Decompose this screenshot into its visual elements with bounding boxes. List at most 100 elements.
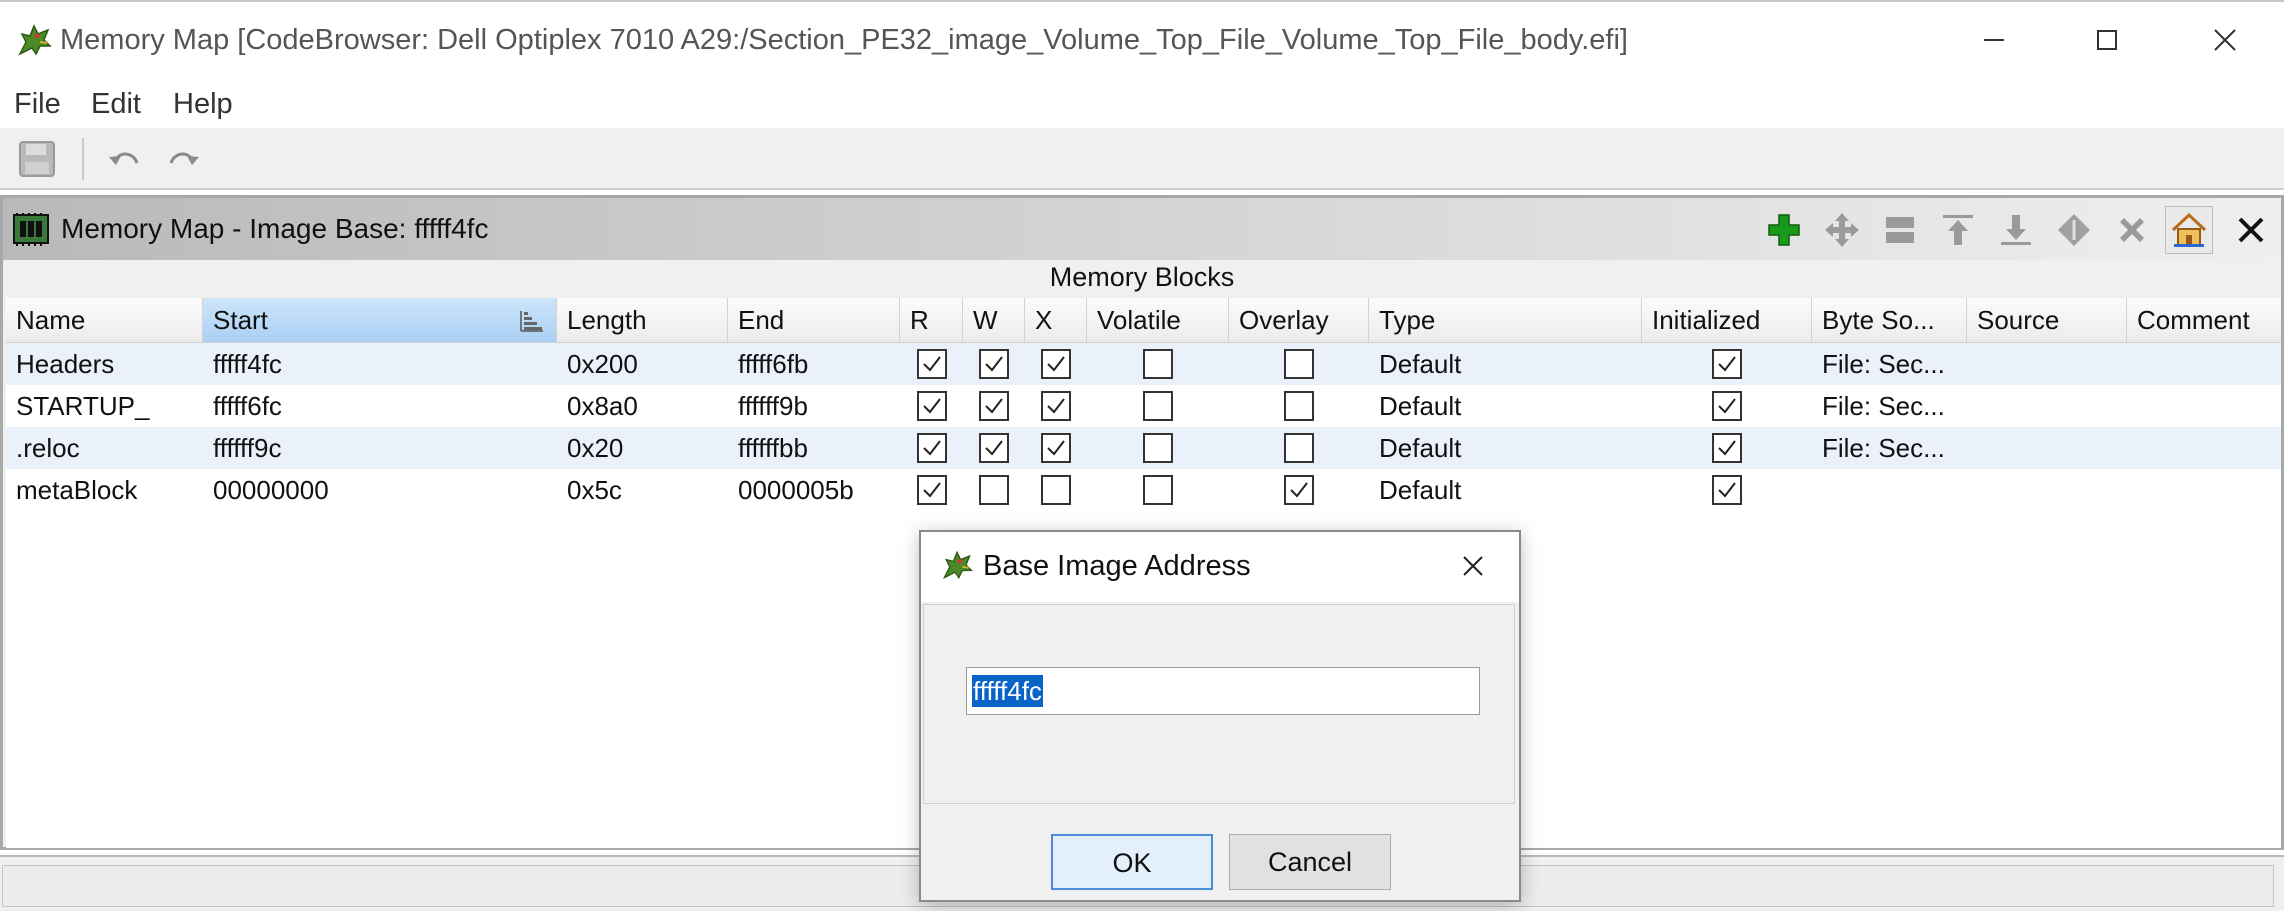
split-block-button[interactable] — [1876, 206, 1924, 254]
table-row[interactable]: Headers fffff4fc 0x200 fffff6fb Default File:… — [6, 343, 2281, 385]
close-panel-button[interactable] — [2227, 206, 2275, 254]
column-header-overlay[interactable]: Overlay — [1229, 298, 1369, 342]
cell-comment[interactable] — [2127, 469, 2281, 511]
checkbox-w[interactable] — [979, 433, 1009, 463]
cell-length[interactable]: 0x20 — [557, 427, 728, 469]
cell-type[interactable]: Default — [1369, 343, 1642, 385]
cell-byte-source[interactable]: File: Sec... — [1812, 385, 1967, 427]
menu-help[interactable]: Help — [169, 86, 237, 123]
maximize-button[interactable] — [2072, 12, 2142, 68]
checkbox-w[interactable] — [979, 391, 1009, 421]
cell-start[interactable]: 00000000 — [203, 469, 557, 511]
cell-comment[interactable] — [2127, 427, 2281, 469]
cell-byte-source[interactable]: File: Sec... — [1812, 343, 1967, 385]
cell-byte-source[interactable] — [1812, 469, 1967, 511]
add-block-button[interactable] — [1760, 206, 1808, 254]
column-header-start[interactable]: Start — [203, 298, 557, 342]
ok-button[interactable]: OK — [1051, 834, 1213, 890]
cell-source[interactable] — [1967, 469, 2127, 511]
checkbox-r[interactable] — [917, 475, 947, 505]
cell-start[interactable]: fffff6fc — [203, 385, 557, 427]
expand-up-button[interactable] — [1934, 206, 1982, 254]
expand-down-button[interactable] — [1992, 206, 2040, 254]
checkbox-w[interactable] — [979, 475, 1009, 505]
column-header-volatile[interactable]: Volatile — [1087, 298, 1229, 342]
column-header-x[interactable]: X — [1025, 298, 1087, 342]
expand-up-icon — [1943, 215, 1973, 245]
cell-type[interactable]: Default — [1369, 469, 1642, 511]
cell-type[interactable]: Default — [1369, 427, 1642, 469]
cell-type[interactable]: Default — [1369, 385, 1642, 427]
checkbox-overlay[interactable] — [1284, 433, 1314, 463]
cell-end[interactable]: ffffffbb — [728, 427, 900, 469]
cell-comment[interactable] — [2127, 343, 2281, 385]
checkbox-x[interactable] — [1041, 349, 1071, 379]
cell-byte-source[interactable]: File: Sec... — [1812, 427, 1967, 469]
checkbox-initialized[interactable] — [1712, 391, 1742, 421]
column-header-w[interactable]: W — [963, 298, 1025, 342]
checkbox-overlay[interactable] — [1284, 475, 1314, 505]
cell-length[interactable]: 0x5c — [557, 469, 728, 511]
table-row[interactable]: STARTUP_ fffff6fc 0x8a0 ffffff9b Default File… — [6, 385, 2281, 427]
checkbox-x[interactable] — [1041, 391, 1071, 421]
column-header-name[interactable]: Name — [6, 298, 203, 342]
checkbox-volatile[interactable] — [1143, 391, 1173, 421]
cancel-button[interactable]: Cancel — [1229, 834, 1391, 890]
menu-file[interactable]: File — [10, 86, 65, 123]
delete-block-button[interactable] — [2108, 206, 2156, 254]
column-header-length[interactable]: Length — [557, 298, 728, 342]
dialog-title-bar: Base Image Address — [921, 532, 1519, 602]
checkbox-volatile[interactable] — [1143, 349, 1173, 379]
checkbox-r[interactable] — [917, 433, 947, 463]
cell-name[interactable]: Headers — [6, 343, 203, 385]
checkbox-x[interactable] — [1041, 433, 1071, 463]
cell-name[interactable]: .reloc — [6, 427, 203, 469]
cell-start[interactable]: ffffff9c — [203, 427, 557, 469]
base-address-input[interactable] — [966, 667, 1480, 715]
checkbox-volatile[interactable] — [1143, 433, 1173, 463]
cell-source[interactable] — [1967, 427, 2127, 469]
checkbox-initialized[interactable] — [1712, 475, 1742, 505]
cell-end[interactable]: 0000005b — [728, 469, 900, 511]
cell-start[interactable]: fffff4fc — [203, 343, 557, 385]
checkbox-r[interactable] — [917, 349, 947, 379]
undo-button[interactable] — [102, 136, 148, 182]
cell-source[interactable] — [1967, 385, 2127, 427]
checkbox-volatile[interactable] — [1143, 475, 1173, 505]
cell-length[interactable]: 0x200 — [557, 343, 728, 385]
table-row[interactable]: metaBlock 00000000 0x5c 0000005b Default — [6, 469, 2281, 511]
cell-comment[interactable] — [2127, 385, 2281, 427]
cell-name[interactable]: metaBlock — [6, 469, 203, 511]
checkbox-initialized[interactable] — [1712, 349, 1742, 379]
minimize-button[interactable] — [1959, 12, 2029, 68]
close-window-button[interactable] — [2190, 12, 2260, 68]
checkbox-overlay[interactable] — [1284, 349, 1314, 379]
checkbox-x[interactable] — [1041, 475, 1071, 505]
cell-name[interactable]: STARTUP_ — [6, 385, 203, 427]
column-header-byte-source[interactable]: Byte So... — [1812, 298, 1967, 342]
cell-source[interactable] — [1967, 343, 2127, 385]
checkbox-w[interactable] — [979, 349, 1009, 379]
dialog-close-button[interactable] — [1451, 546, 1495, 586]
table-row[interactable]: .reloc ffffff9c 0x20 ffffffbb Default File: S… — [6, 427, 2281, 469]
base-image-address-dialog: Base Image Address fffff4fc OK Cancel — [919, 530, 1521, 902]
close-icon — [2214, 29, 2236, 51]
column-header-initialized[interactable]: Initialized — [1642, 298, 1812, 342]
column-header-r[interactable]: R — [900, 298, 963, 342]
column-header-comment[interactable]: Comment — [2127, 298, 2281, 342]
column-header-end[interactable]: End — [728, 298, 900, 342]
checkbox-initialized[interactable] — [1712, 433, 1742, 463]
column-header-source[interactable]: Source — [1967, 298, 2127, 342]
checkbox-r[interactable] — [917, 391, 947, 421]
merge-blocks-button[interactable] — [2050, 206, 2098, 254]
cell-length[interactable]: 0x8a0 — [557, 385, 728, 427]
save-button[interactable] — [14, 136, 60, 182]
checkbox-overlay[interactable] — [1284, 391, 1314, 421]
menu-edit[interactable]: Edit — [87, 86, 145, 123]
move-block-button[interactable] — [1818, 206, 1866, 254]
set-image-base-button[interactable] — [2165, 206, 2213, 254]
redo-button[interactable] — [160, 136, 206, 182]
column-header-type[interactable]: Type — [1369, 298, 1642, 342]
cell-end[interactable]: fffff6fb — [728, 343, 900, 385]
cell-end[interactable]: ffffff9b — [728, 385, 900, 427]
